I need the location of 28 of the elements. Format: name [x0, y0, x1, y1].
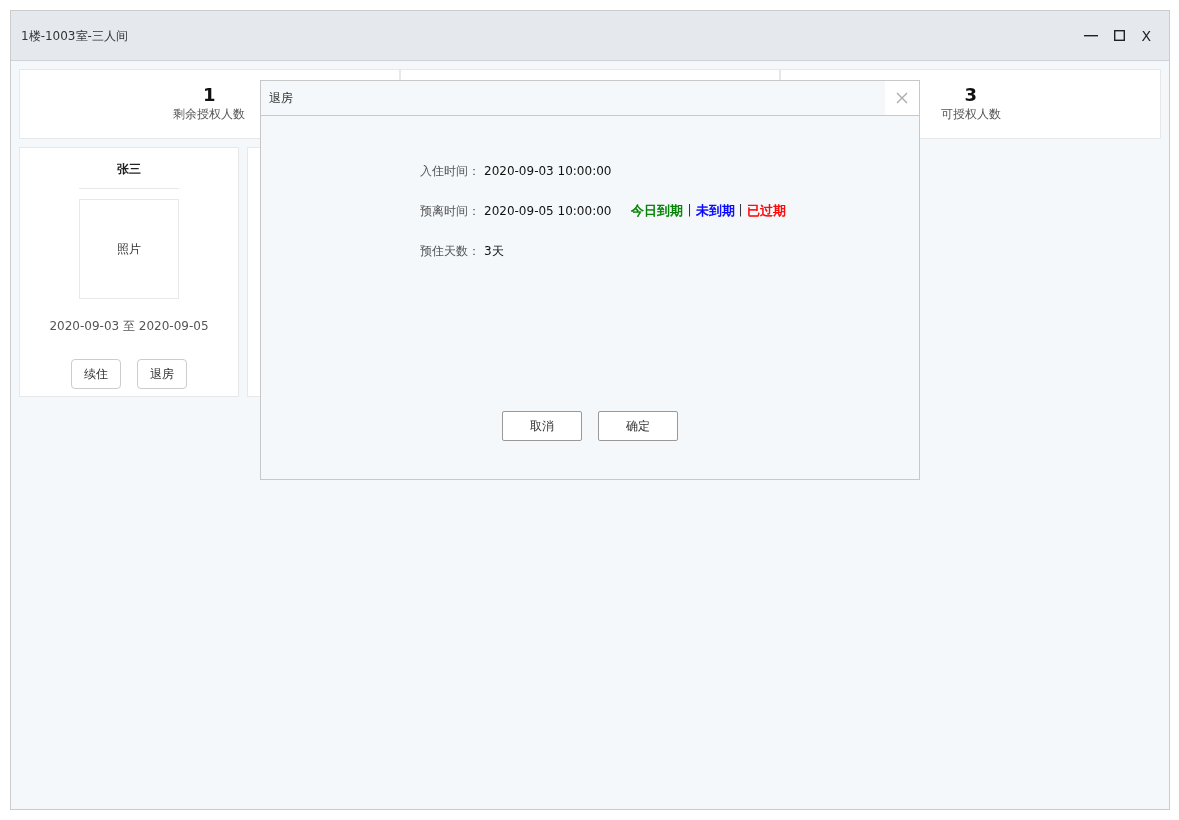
close-button[interactable]: X	[1141, 28, 1151, 43]
field-value: 2020-09-05 10:00:00	[484, 203, 612, 220]
field-label: 入住时间：	[420, 163, 481, 180]
guest-action-button[interactable]: 续住	[71, 359, 121, 389]
legend-item: 已过期	[746, 202, 786, 221]
stat-label: 可授权人数	[940, 105, 1001, 123]
maximize-button[interactable]	[1114, 30, 1126, 41]
close-icon	[896, 92, 908, 104]
field-label: 预离时间：	[420, 203, 481, 220]
stat-value: 1	[203, 85, 216, 105]
legend-item: 未到期	[695, 202, 735, 221]
guest-name: 张三	[79, 148, 179, 189]
field-label: 预住天数：	[420, 243, 481, 260]
legend-item: 今日到期	[631, 202, 684, 221]
stay-period: 2020-09-03 至 2020-09-05	[49, 318, 209, 335]
stat-value: 3	[964, 85, 977, 105]
guest-action-button[interactable]: 退房	[137, 359, 187, 389]
field-value: 2020-09-03 10:00:00	[484, 163, 612, 180]
minimize-button[interactable]	[1084, 34, 1099, 37]
dialog-title: 退房	[269, 90, 293, 107]
field-value: 3天	[484, 243, 504, 260]
photo-label: 照片	[117, 241, 141, 258]
cancel-button[interactable]: 取消	[502, 411, 582, 441]
confirm-button[interactable]: 确定	[598, 411, 678, 441]
stat-label: 剩余授权人数	[173, 105, 246, 123]
separator: |	[687, 202, 692, 220]
window-title: 1楼-1003室-三人间	[21, 27, 128, 45]
separator: |	[738, 202, 743, 220]
